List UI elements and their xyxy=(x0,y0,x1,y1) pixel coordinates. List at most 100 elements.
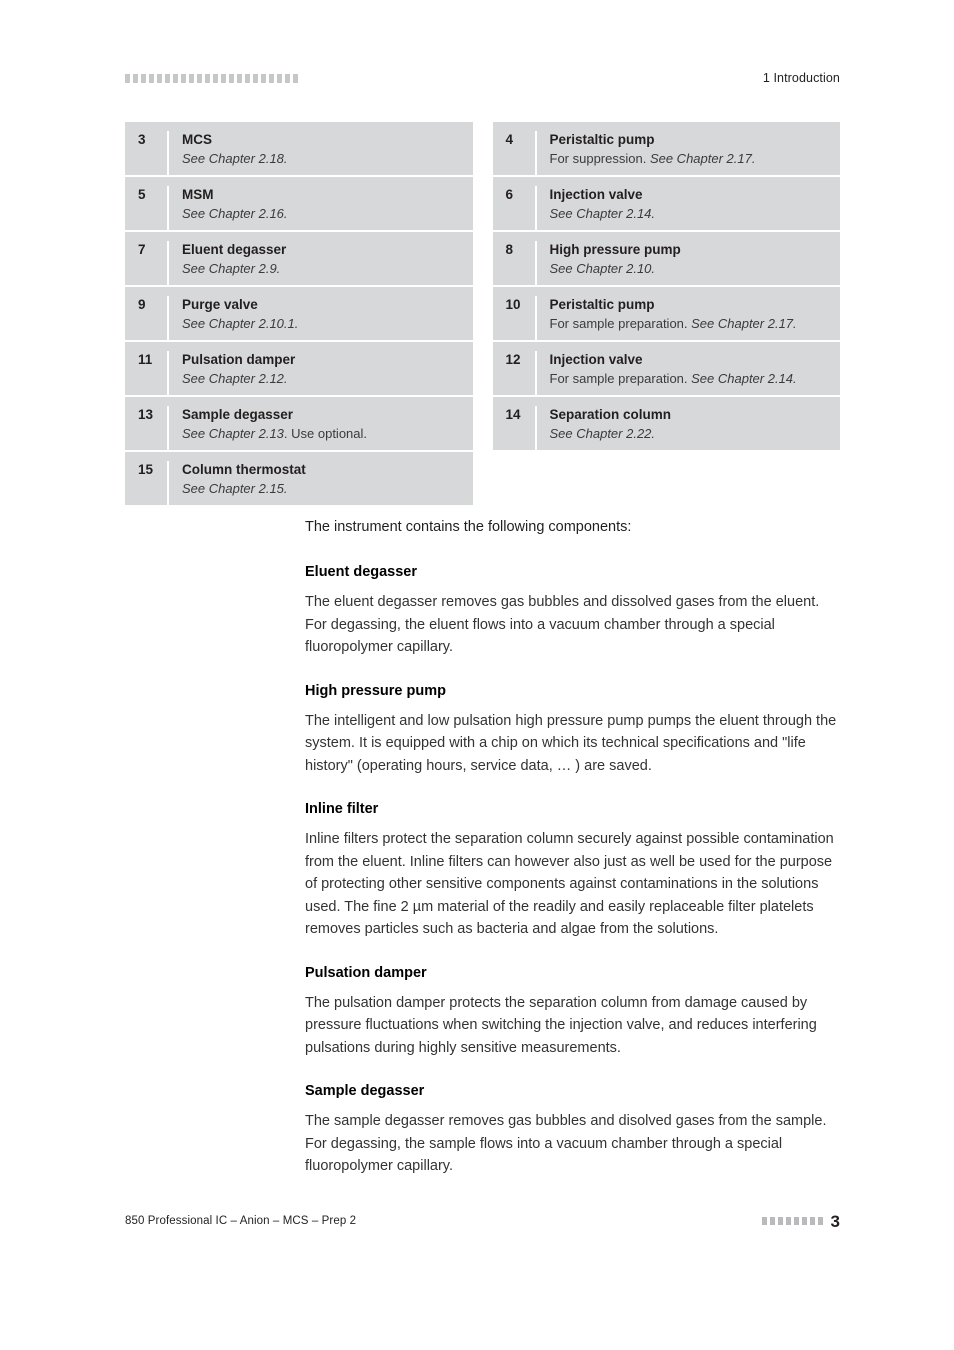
legend-row-number: 7 xyxy=(125,241,169,285)
rule-square xyxy=(769,1217,775,1225)
footer-square-rule-icon xyxy=(761,1217,823,1225)
legend-row: 3 MCS See Chapter 2.18. xyxy=(125,122,473,175)
section-heading: High pressure pump xyxy=(305,682,446,699)
legend-chapter-reference: See Chapter 2.10.1. xyxy=(182,316,299,331)
legend-row-reference: For suppression. See Chapter 2.17. xyxy=(550,150,841,168)
description-section: Sample degasser The sample degasser remov… xyxy=(305,1081,840,1178)
legend-row-body: Column thermostat See Chapter 2.15. xyxy=(169,461,473,498)
legend-chapter-reference: See Chapter 2.16. xyxy=(182,206,288,221)
section-paragraph: The intelligent and low pulsation high p… xyxy=(305,712,837,774)
legend-row-number: 13 xyxy=(125,406,169,450)
footer-page-marker: 3 xyxy=(761,1211,840,1231)
legend-row-title: MCS xyxy=(182,132,212,147)
section-heading: Sample degasser xyxy=(305,1083,425,1099)
rule-square xyxy=(237,73,242,83)
rule-square xyxy=(293,73,298,83)
legend-row-reference: See Chapter 2.14. xyxy=(550,205,841,223)
rule-square xyxy=(801,1217,807,1225)
legend-row-title: Sample degasser xyxy=(182,407,294,422)
legend-row-reference: See Chapter 2.15. xyxy=(182,480,473,498)
page-number: 3 xyxy=(830,1211,840,1231)
rule-square xyxy=(173,73,178,83)
body-text-column: The instrument contains the following co… xyxy=(305,516,840,1178)
rule-square xyxy=(229,73,234,83)
legend-row: 10 Peristaltic pump For sample preparation… xyxy=(492,287,841,340)
legend-row-reference: See Chapter 2.13. Use optional. xyxy=(182,425,473,443)
legend-row-body: Peristaltic pump For sample preparation. … xyxy=(537,296,841,333)
legend-row-title: Peristaltic pump xyxy=(549,132,655,147)
section-paragraph: The eluent degasser removes gas bubbles … xyxy=(305,594,820,655)
legend-row-title: Column thermostat xyxy=(182,462,306,477)
legend-row-number: 10 xyxy=(493,296,537,340)
legend-row-title: Purge valve xyxy=(182,297,258,312)
rule-square xyxy=(817,1217,823,1225)
legend-chapter-reference: See Chapter 2.14. xyxy=(549,206,656,221)
legend-row-body: Peristaltic pump For suppression. See Cha… xyxy=(537,131,841,168)
rule-square xyxy=(149,73,154,83)
legend-reference-prefix: For sample preparation. xyxy=(549,371,692,386)
rule-square xyxy=(793,1217,799,1225)
rule-square xyxy=(157,73,162,83)
legend-row-title: Peristaltic pump xyxy=(549,297,655,312)
rule-square xyxy=(133,73,138,83)
legend-row-title: High pressure pump xyxy=(549,242,681,257)
legend-row-title: Pulsation damper xyxy=(182,352,296,367)
rule-square xyxy=(189,73,194,83)
legend-row-body: Separation column See Chapter 2.22. xyxy=(537,406,841,443)
rule-square xyxy=(277,73,282,83)
legend-row-number: 5 xyxy=(125,186,169,230)
legend-row-body: Eluent degasser See Chapter 2.9. xyxy=(169,241,473,278)
legend-row-title: Separation column xyxy=(549,407,672,422)
rule-square xyxy=(785,1217,791,1225)
legend-row-title: MSM xyxy=(182,187,214,202)
rule-square xyxy=(125,73,130,83)
legend-row: 8 High pressure pump See Chapter 2.10. xyxy=(492,232,841,285)
legend-row-body: Purge valve See Chapter 2.10.1. xyxy=(169,296,473,333)
legend-row-number: 9 xyxy=(125,296,169,340)
legend-chapter-reference: See Chapter 2.17. xyxy=(691,316,797,331)
rule-square xyxy=(221,73,226,83)
legend-chapter-reference: See Chapter 2.13 xyxy=(182,426,284,441)
legend-row-reference: See Chapter 2.10.1. xyxy=(182,315,473,333)
legend-row: 13 Sample degasser See Chapter 2.13. Use o… xyxy=(125,397,473,450)
description-section: Inline filter Inline filters protect the … xyxy=(305,799,840,941)
legend-row-reference: For sample preparation. See Chapter 2.14… xyxy=(550,370,841,388)
legend-row-body: Sample degasser See Chapter 2.13. Use opt… xyxy=(169,406,473,443)
legend-row-body: Injection valve For sample preparation. S… xyxy=(537,351,841,388)
section-paragraph: Inline filters protect the separation co… xyxy=(305,831,834,937)
rule-square xyxy=(245,73,250,83)
page-footer: 850 Professional IC – Anion – MCS – Prep… xyxy=(125,1210,840,1232)
section-heading: Pulsation damper xyxy=(305,964,427,981)
footer-document-title: 850 Professional IC – Anion – MCS – Prep… xyxy=(125,1215,357,1227)
legend-row-reference: See Chapter 2.10. xyxy=(550,260,841,278)
legend-row-number: 8 xyxy=(493,241,537,285)
page-header: 1 Introduction xyxy=(125,66,840,90)
description-section: Eluent degasser The eluent degasser remov… xyxy=(305,562,840,659)
rule-square xyxy=(761,1217,767,1225)
description-section: High pressure pump The intelligent and lo… xyxy=(305,681,840,778)
component-description-sections: Eluent degasser The eluent degasser remov… xyxy=(305,562,840,1178)
section-heading: Inline filter xyxy=(305,801,379,817)
rule-square xyxy=(213,73,218,83)
section-paragraph: The sample degasser removes gas bubbles … xyxy=(305,1113,827,1174)
legend-row-title: Eluent degasser xyxy=(182,242,287,257)
legend-row-number: 3 xyxy=(125,131,169,175)
rule-square xyxy=(165,73,170,83)
legend-reference-prefix: For sample preparation. xyxy=(549,316,692,331)
header-chapter-label: 1 Introduction xyxy=(762,71,840,85)
legend-row-body: High pressure pump See Chapter 2.10. xyxy=(537,241,841,278)
legend-row: 6 Injection valve See Chapter 2.14. xyxy=(492,177,841,230)
legend-row: 11 Pulsation damper See Chapter 2.12. xyxy=(125,342,473,395)
legend-row-reference: For sample preparation. See Chapter 2.17… xyxy=(550,315,841,333)
rule-square xyxy=(205,73,210,83)
legend-row-number: 4 xyxy=(493,131,537,175)
legend-row-title: Injection valve xyxy=(549,352,643,367)
section-heading: Eluent degasser xyxy=(305,564,418,580)
header-square-rule-icon xyxy=(125,73,298,83)
legend-row-number: 6 xyxy=(493,186,537,230)
legend-chapter-reference: See Chapter 2.10. xyxy=(549,261,656,276)
description-section: Pulsation damper The pulsation damper pro… xyxy=(305,963,840,1060)
legend-row-body: Injection valve See Chapter 2.14. xyxy=(537,186,841,223)
rule-square xyxy=(777,1217,783,1225)
legend-reference-prefix: For suppression. xyxy=(549,151,650,166)
